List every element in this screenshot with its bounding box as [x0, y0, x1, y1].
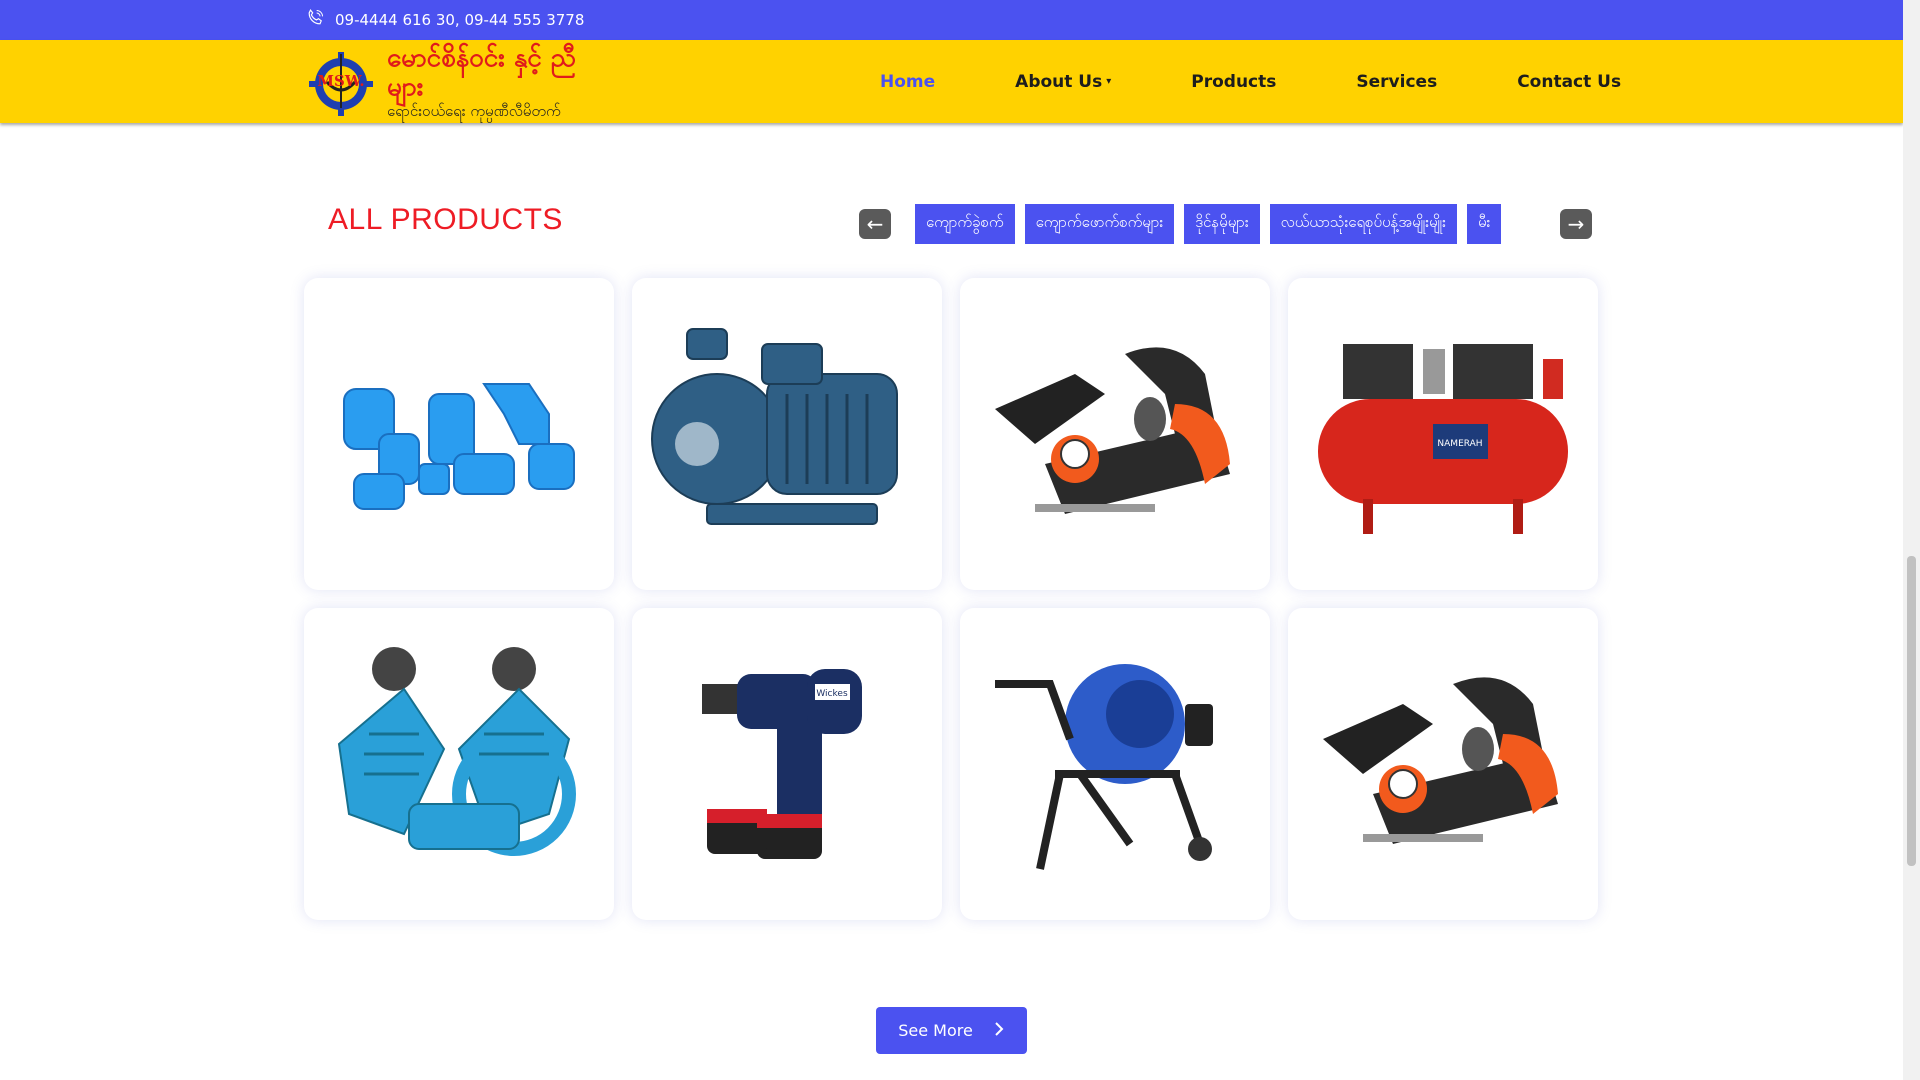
cordless-drill-image: Wickes — [702, 669, 862, 859]
nav-menu: Home About Us ▾ Products Services Contac… — [880, 40, 1621, 123]
section-title: ALL PRODUCTS — [328, 203, 563, 236]
nav-home[interactable]: Home — [880, 72, 935, 92]
category-chip[interactable]: ကျောက်ခွဲစက် — [915, 204, 1015, 244]
svg-text:Wickes: Wickes — [816, 689, 848, 699]
top-contact-bar: 09-4444 616 30, 09-44 555 3778 — [0, 0, 1903, 40]
svg-text:MSW.: MSW. — [317, 72, 364, 90]
electric-planer-image — [995, 347, 1230, 514]
electric-planer-image — [1323, 677, 1558, 844]
nav-about-us[interactable]: About Us ▾ — [1015, 72, 1111, 92]
product-card[interactable] — [304, 278, 614, 590]
nav-services[interactable]: Services — [1356, 72, 1437, 92]
page-scrollbar[interactable] — [1903, 0, 1920, 1080]
product-card[interactable] — [304, 608, 614, 920]
product-card[interactable] — [960, 608, 1270, 920]
phone-contact[interactable]: 09-4444 616 30, 09-44 555 3778 — [305, 8, 584, 32]
category-slider: ← ကျောက်ခွဲစက် ကျောက်ဖောက်စက်များ ဒိုင်န… — [859, 204, 1592, 244]
caret-down-icon: ▾ — [1106, 76, 1112, 87]
main-navbar: MSW. မောင်စိန်ဝင်း နှင့် ညီများ ရောင်းဝယ… — [0, 40, 1903, 123]
product-card[interactable] — [1288, 608, 1598, 920]
msw-gear-logo-icon: MSW. — [305, 48, 377, 116]
site-logo[interactable]: MSW. မောင်စိန်ဝင်း နှင့် ညီများ ရောင်းဝယ… — [305, 44, 585, 119]
arrow-left-icon[interactable]: ← — [859, 209, 891, 239]
category-chip[interactable]: မီး — [1466, 204, 1502, 244]
centrifugal-pump-image — [651, 328, 898, 525]
logo-subtitle: ရောင်းဝယ်ရေး ကုမ္ပဏီလီမိတက် — [387, 102, 561, 121]
nav-contact-us[interactable]: Contact Us — [1517, 72, 1621, 92]
phone-icon — [305, 8, 325, 32]
product-grid: NAMERAH Wickes — [304, 278, 1600, 920]
pvc-fittings-image — [319, 374, 599, 510]
category-viewport: ကျောက်ခွဲစက် ကျောက်ဖောက်စက်များ ဒိုင်နမိ… — [915, 204, 1536, 244]
phone-numbers: 09-4444 616 30, 09-44 555 3778 — [335, 11, 585, 29]
see-more-label: See More — [898, 1021, 973, 1040]
logo-title: မောင်စိန်ဝင်း နှင့် ညီများ — [387, 43, 576, 102]
product-card[interactable] — [632, 278, 942, 590]
category-chip[interactable]: ကျောက်ဖောက်စက်များ — [1024, 204, 1175, 244]
see-more-button[interactable]: See More — [876, 1007, 1027, 1054]
cement-mixer-image — [995, 664, 1213, 870]
product-card[interactable]: NAMERAH — [1288, 278, 1598, 590]
product-card[interactable]: Wickes — [632, 608, 942, 920]
arrow-right-icon[interactable]: → — [1560, 209, 1592, 239]
category-chip[interactable]: ဒိုင်နမိုများ — [1184, 204, 1260, 244]
air-compressor-tank-image: NAMERAH — [1318, 344, 1568, 534]
chevron-right-icon — [993, 1021, 1005, 1041]
svg-text:NAMERAH: NAMERAH — [1437, 439, 1482, 449]
compressor-head-image — [337, 647, 576, 856]
nav-about-us-label: About Us — [1015, 71, 1103, 92]
scrollbar-thumb[interactable] — [1907, 556, 1916, 866]
nav-products[interactable]: Products — [1191, 72, 1276, 92]
category-chip[interactable]: လယ်ယာသုံးရေစုပ်ပန့်အမျိုးမျိုး — [1269, 204, 1457, 244]
product-card[interactable] — [960, 278, 1270, 590]
